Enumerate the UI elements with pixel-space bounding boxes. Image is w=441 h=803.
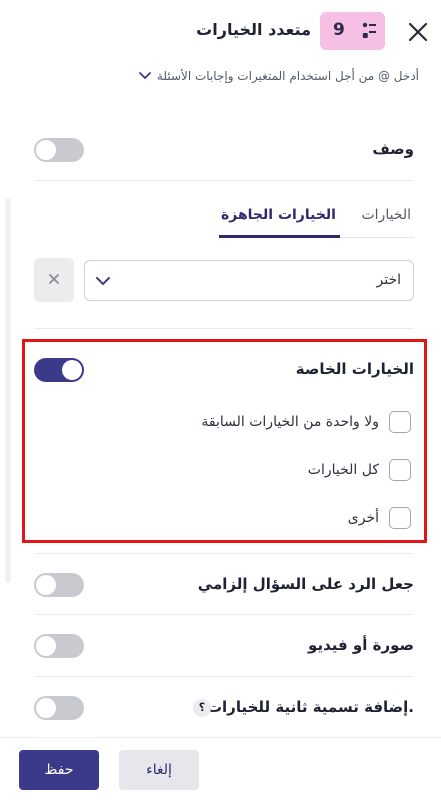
close-button[interactable] <box>404 18 432 46</box>
close-icon <box>49 274 59 284</box>
tab-ready-options[interactable]: الخيارات الجاهزة <box>221 207 336 223</box>
list-options-icon <box>362 22 376 38</box>
divider <box>34 553 414 554</box>
tab-options[interactable]: الخيارات <box>361 207 411 223</box>
checkbox[interactable] <box>389 459 411 481</box>
checkbox[interactable] <box>389 507 411 529</box>
description-label: وصف <box>372 140 414 158</box>
media-label: صورة أو فيديو <box>308 636 414 654</box>
toggle-knob <box>36 140 56 160</box>
variables-hint[interactable]: أدخل @ من أجل استخدام المتغيرات وإجابات … <box>139 66 419 86</box>
active-tab-indicator <box>219 235 340 238</box>
checkbox-all-options[interactable]: كل الخيارات <box>308 459 411 481</box>
toggle-knob <box>36 575 56 595</box>
question-type-badge: 9 <box>320 12 385 50</box>
divider <box>34 328 414 329</box>
divider <box>34 676 414 677</box>
close-icon <box>408 22 428 42</box>
question-type-number: 9 <box>333 20 345 40</box>
ready-options-select[interactable]: اختر <box>84 260 414 301</box>
checkbox-label: ولا واحدة من الخيارات السابقة <box>201 414 379 430</box>
checkbox[interactable] <box>389 411 411 433</box>
page-title: متعدد الخيارات <box>196 20 311 39</box>
toggle-knob <box>36 636 56 656</box>
media-toggle[interactable] <box>34 634 84 658</box>
toggle-knob <box>62 360 82 380</box>
special-options-toggle[interactable] <box>34 358 84 382</box>
divider <box>34 614 414 615</box>
chevron-down-icon <box>96 277 110 286</box>
checkbox-label: أخرى <box>347 510 379 526</box>
clear-selection-button[interactable] <box>34 258 74 302</box>
special-options-label: الخيارات الخاصة <box>295 360 414 378</box>
help-icon[interactable]: ؟ <box>193 699 211 717</box>
save-button[interactable]: حفظ <box>19 750 99 790</box>
ready-options-select-value: اختر <box>376 272 402 288</box>
secondary-label-toggle[interactable] <box>34 696 84 720</box>
secondary-label-label: إضافة تسمية ثانية للخيارات. <box>206 698 414 716</box>
required-label: جعل الرد على السؤال إلزامي <box>197 575 414 593</box>
scrollbar[interactable] <box>5 198 11 583</box>
checkbox-none-of-above[interactable]: ولا واحدة من الخيارات السابقة <box>201 411 411 433</box>
description-toggle[interactable] <box>34 138 84 162</box>
checkbox-label: كل الخيارات <box>307 462 379 478</box>
checkbox-other[interactable]: أخرى <box>348 507 411 529</box>
variables-hint-text: أدخل @ من أجل استخدام المتغيرات وإجابات … <box>156 69 419 83</box>
chevron-down-icon <box>139 72 151 80</box>
cancel-button[interactable]: إلغاء <box>119 750 199 790</box>
required-toggle[interactable] <box>34 573 84 597</box>
divider <box>34 180 414 181</box>
toggle-knob <box>36 698 56 718</box>
